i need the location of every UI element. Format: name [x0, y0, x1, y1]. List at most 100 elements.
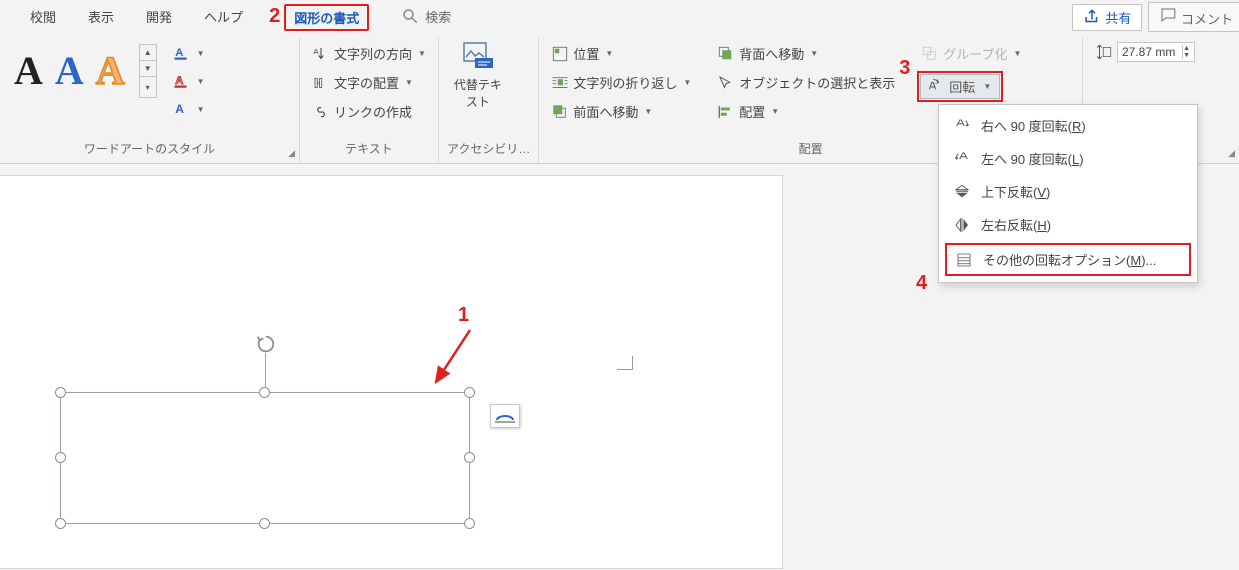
menu-view[interactable]: 表示	[78, 3, 124, 30]
group-objects-button: グループ化▼	[917, 42, 1025, 65]
create-link-button[interactable]: リンクの作成	[308, 100, 430, 123]
layout-options-button[interactable]	[490, 404, 520, 428]
annot-4: 4	[916, 272, 927, 295]
wrap-text-button[interactable]: 文字列の折り返し▼	[547, 71, 695, 94]
annot-2: 2	[269, 5, 280, 28]
alt-text-label: 代替テキスト	[453, 76, 503, 110]
position-icon	[551, 45, 569, 63]
rotate-left-icon	[953, 150, 971, 168]
text-outline-icon: A	[173, 72, 191, 90]
svg-text:A: A	[314, 47, 319, 56]
text-cursor	[617, 356, 633, 370]
page[interactable]	[0, 176, 782, 568]
comment-button[interactable]: コメント	[1148, 2, 1239, 32]
menu-review[interactable]: 校閲	[20, 3, 66, 30]
height-icon	[1095, 43, 1113, 61]
text-fill-icon: A	[173, 44, 191, 62]
annot-1: 1	[458, 304, 469, 327]
text-effects-button[interactable]: A ▼	[169, 98, 209, 120]
group-accessibility: 代替テキスト アクセシビリ…	[439, 38, 539, 163]
resize-handle-bl[interactable]	[55, 518, 66, 529]
share-label: 共有	[1105, 8, 1131, 27]
comment-label: コメント	[1181, 12, 1233, 27]
rotation-connector	[265, 353, 266, 387]
chevron-down-icon: ▼	[983, 82, 991, 91]
menu-developer[interactable]: 開発	[136, 3, 182, 30]
height-value[interactable]: 27.87 mm ▲▼	[1117, 42, 1195, 62]
selection-pane-icon	[717, 74, 735, 92]
position-button[interactable]: 位置▼	[547, 42, 695, 65]
position-label: 位置	[573, 44, 599, 63]
gallery-more-icon[interactable]: ▾	[140, 77, 156, 97]
resize-handle-ml[interactable]	[55, 452, 66, 463]
selection-pane-button[interactable]: オブジェクトの選択と表示	[713, 71, 899, 94]
comment-icon	[1159, 6, 1177, 24]
rotate-right-icon	[953, 117, 971, 135]
share-button[interactable]: 共有	[1072, 4, 1142, 31]
bring-forward-button[interactable]: 前面へ移動▼	[547, 100, 695, 123]
forward-label: 前面へ移動	[573, 102, 638, 121]
wordart-style-1[interactable]: A	[12, 49, 45, 93]
menu-shape-format[interactable]: 図形の書式	[284, 4, 369, 31]
wordart-gallery[interactable]: A A A ▲ ▼ ▾	[8, 38, 161, 104]
selected-shape[interactable]	[60, 392, 470, 524]
svg-text:A: A	[175, 102, 184, 116]
rotate-button[interactable]: 回転 ▼	[920, 74, 1000, 99]
resize-handle-tm[interactable]	[259, 387, 270, 398]
backward-label: 背面へ移動	[739, 44, 804, 63]
rotate-right-label: 右へ 90 度回転(R)	[981, 116, 1086, 135]
gallery-down-icon[interactable]: ▼	[140, 61, 156, 77]
group-text: A 文字列の方向▼ 文字の配置▼ リンクの作成 テキスト	[300, 38, 439, 163]
wrap-icon	[551, 74, 569, 92]
more-rotation-options-item[interactable]: その他の回転オプション(M)...	[945, 243, 1191, 276]
dialog-launcher-icon[interactable]: ◢	[288, 148, 295, 159]
resize-handle-br[interactable]	[464, 518, 475, 529]
chevron-down-icon: ▼	[197, 49, 205, 58]
text-direction-button[interactable]: A 文字列の方向▼	[308, 42, 430, 65]
bring-forward-icon	[551, 103, 569, 121]
align-label: 配置	[739, 102, 765, 121]
search-label: 検索	[425, 7, 451, 26]
flip-vertical-item[interactable]: 上下反転(V)	[939, 175, 1197, 208]
resize-handle-tl[interactable]	[55, 387, 66, 398]
gallery-up-icon[interactable]: ▲	[140, 45, 156, 61]
resize-handle-bm[interactable]	[259, 518, 270, 529]
gallery-scroll[interactable]: ▲ ▼ ▾	[139, 44, 157, 98]
resize-handle-tr[interactable]	[464, 387, 475, 398]
alt-text-button[interactable]: 代替テキスト	[447, 38, 509, 112]
chevron-down-icon: ▼	[197, 77, 205, 86]
flip-h-label: 左右反転(H)	[981, 215, 1051, 234]
flip-horizontal-item[interactable]: 左右反転(H)	[939, 208, 1197, 241]
wordart-style-2[interactable]: A	[53, 49, 86, 93]
text-direction-label: 文字列の方向	[334, 44, 412, 63]
text-fill-button[interactable]: A ▼	[169, 42, 209, 64]
rotation-handle[interactable]	[255, 333, 277, 358]
align-objects-button[interactable]: 配置▼	[713, 100, 899, 123]
wordart-style-3[interactable]: A	[94, 49, 127, 93]
flip-vertical-icon	[953, 183, 971, 201]
group-label: グループ化	[943, 44, 1007, 63]
svg-text:A: A	[175, 75, 183, 87]
dialog-launcher-icon[interactable]: ◢	[1228, 148, 1235, 159]
height-stepper[interactable]: ▲▼	[1182, 45, 1190, 59]
link-icon	[312, 103, 330, 121]
selpane-label: オブジェクトの選択と表示	[739, 73, 895, 92]
send-backward-button[interactable]: 背面へ移動▼	[713, 42, 899, 65]
group-label-wordart: ワードアートのスタイル	[8, 138, 291, 161]
height-field[interactable]: 27.87 mm ▲▼	[1091, 40, 1199, 64]
rotation-handle-icon	[255, 333, 277, 355]
layout-options-icon	[495, 409, 515, 423]
rotate-left-label: 左へ 90 度回転(L)	[981, 149, 1084, 168]
rotate-left-90-item[interactable]: 左へ 90 度回転(L)	[939, 142, 1197, 175]
text-effects-icon: A	[173, 100, 191, 118]
search-box[interactable]: 検索	[401, 7, 451, 26]
rotate-right-90-item[interactable]: 右へ 90 度回転(R)	[939, 109, 1197, 142]
align-text-button[interactable]: 文字の配置▼	[308, 71, 430, 94]
group-icon	[921, 45, 939, 63]
share-icon	[1083, 8, 1101, 26]
flip-v-label: 上下反転(V)	[981, 182, 1050, 201]
resize-handle-mr[interactable]	[464, 452, 475, 463]
text-outline-button[interactable]: A ▼	[169, 70, 209, 92]
menu-help[interactable]: ヘルプ	[194, 3, 253, 30]
annot-3: 3	[899, 57, 910, 80]
